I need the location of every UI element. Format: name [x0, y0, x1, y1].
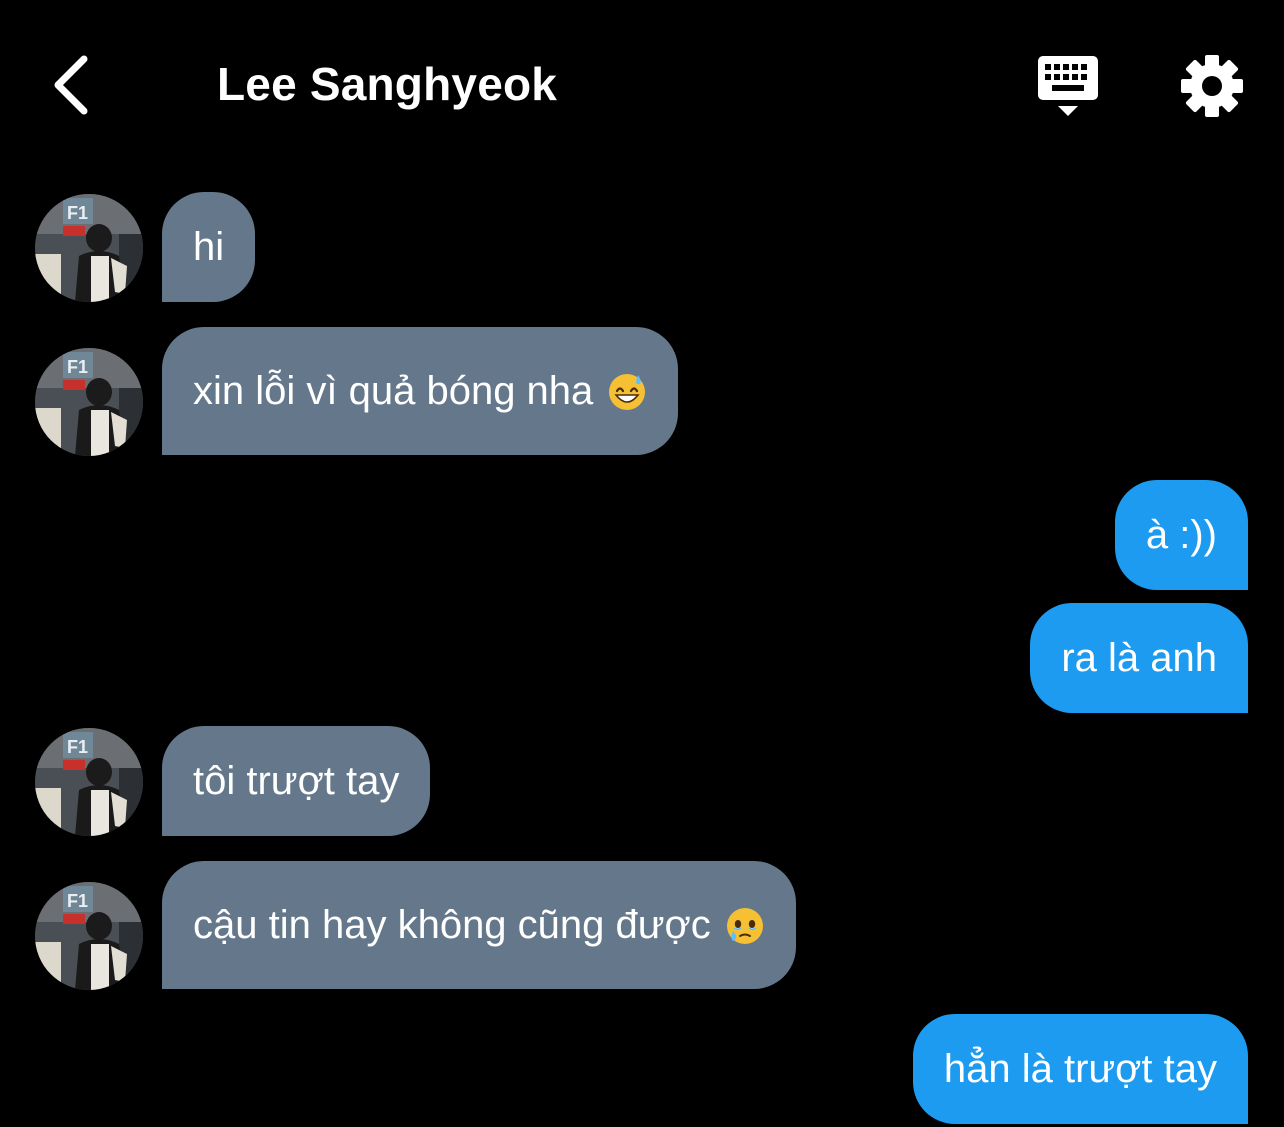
page-title: Lee Sanghyeok — [217, 58, 558, 110]
message-row: hẳn là trượt tay — [0, 1014, 1284, 1124]
incoming-message-bubble[interactable]: tôi trượt tay — [162, 726, 431, 836]
avatar[interactable]: F1 — [35, 882, 143, 990]
chat-header: Lee Sanghyeok — [0, 0, 1284, 170]
avatar[interactable]: F1 — [35, 194, 143, 302]
message-row: F1 hi — [0, 192, 1284, 302]
svg-text:F1: F1 — [67, 357, 88, 377]
message-text: xin lỗi vì quả bóng nha — [193, 369, 594, 413]
incoming-message-bubble[interactable]: xin lỗi vì quả bóng nha — [162, 327, 679, 455]
message-row: F1 xin lỗi vì quả bóng nha — [0, 327, 1284, 456]
message-text: hi — [193, 225, 225, 269]
message-text: à :)) — [1145, 513, 1217, 557]
gear-icon — [1181, 55, 1243, 117]
grinning-sweat-emoji-icon — [609, 374, 646, 410]
back-button[interactable] — [40, 50, 100, 120]
message-row: ra là anh — [0, 603, 1284, 713]
outgoing-message-bubble[interactable]: ra là anh — [1030, 603, 1248, 713]
outgoing-message-bubble[interactable]: à :)) — [1114, 480, 1248, 590]
keyboard-toggle-button[interactable] — [1032, 52, 1104, 120]
avatar[interactable]: F1 — [35, 728, 143, 836]
avatar[interactable]: F1 — [35, 348, 143, 456]
keyboard-icon — [1038, 56, 1098, 116]
message-row: F1 tôi trượt tay — [0, 726, 1284, 836]
holding-back-tears-emoji-icon — [726, 908, 763, 944]
message-row: F1 cậu tin hay không cũng được — [0, 861, 1284, 990]
message-text: ra là anh — [1061, 636, 1217, 680]
svg-text:F1: F1 — [67, 203, 88, 223]
svg-text:F1: F1 — [67, 891, 88, 911]
message-row: à :)) — [0, 480, 1284, 590]
message-text: hẳn là trượt tay — [943, 1047, 1217, 1091]
incoming-message-bubble[interactable]: hi — [162, 192, 256, 302]
chevron-left-icon — [54, 55, 88, 115]
message-text: tôi trượt tay — [193, 759, 400, 803]
message-text: cậu tin hay không cũng được — [193, 903, 711, 947]
incoming-message-bubble[interactable]: cậu tin hay không cũng được — [162, 861, 796, 989]
svg-text:F1: F1 — [67, 737, 88, 757]
settings-button[interactable] — [1180, 54, 1244, 118]
outgoing-message-bubble[interactable]: hẳn là trượt tay — [912, 1014, 1248, 1124]
